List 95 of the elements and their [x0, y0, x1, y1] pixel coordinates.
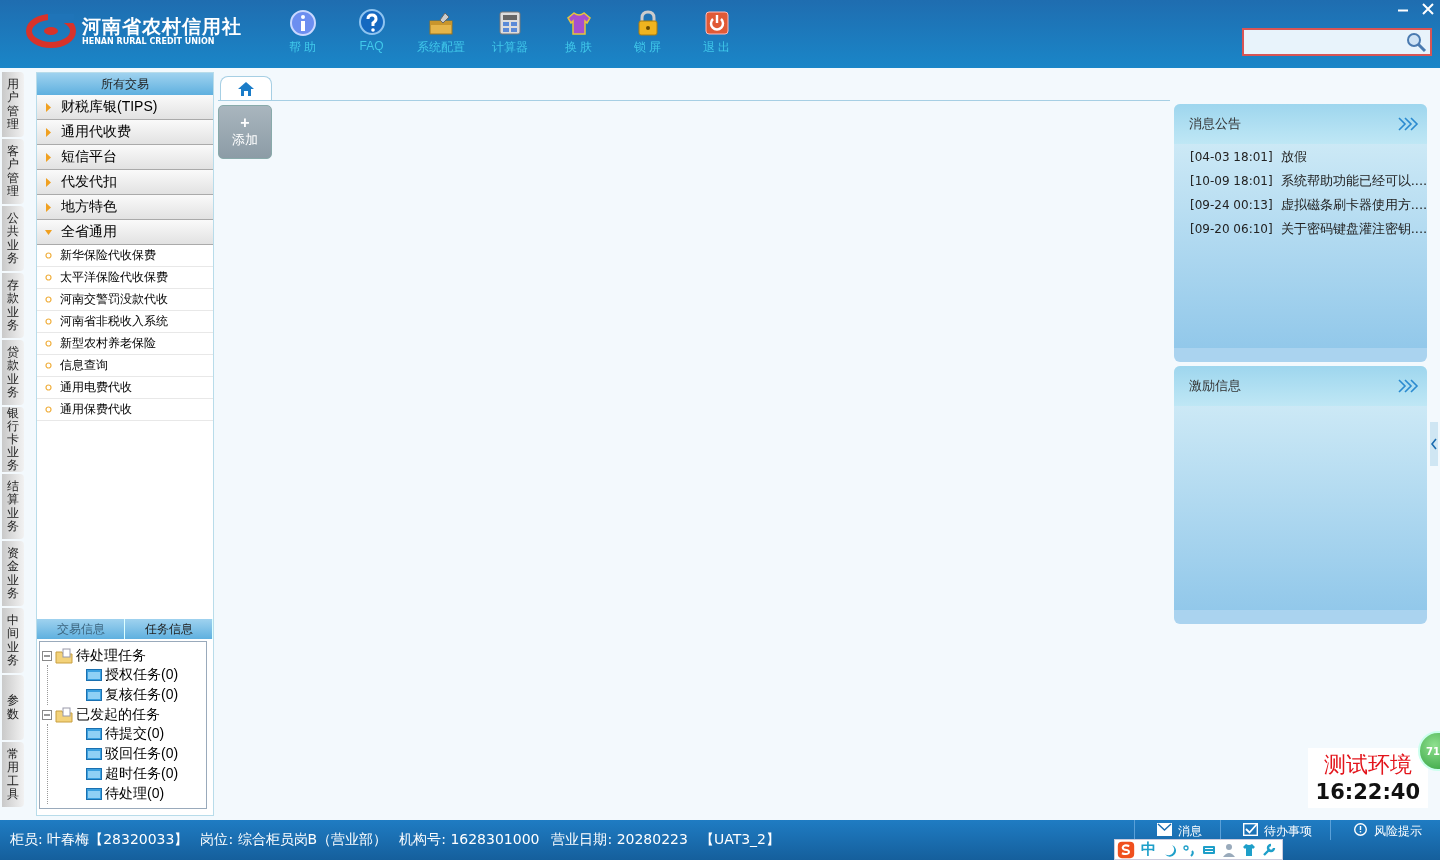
folder-icon — [86, 748, 102, 760]
person-icon — [1222, 842, 1236, 857]
environment-label: 测试环境 — [1323, 751, 1412, 779]
message-time: [09-20 06:10] — [1190, 222, 1273, 236]
status-text: 营业日期: 20280223 — [551, 831, 688, 849]
folder-icon — [86, 788, 102, 800]
search-icon — [1405, 31, 1427, 53]
side-tab[interactable]: 客户管理 — [2, 139, 24, 204]
status-text: 【UAT3_2】 — [699, 831, 780, 849]
tree-node[interactable]: 已发起的任务 — [42, 705, 204, 724]
collapse-icon — [42, 709, 52, 720]
tree-node[interactable]: 超时任务(0) — [86, 764, 204, 784]
logo-subtitle: HENAN RURAL CREDIT UNION — [82, 37, 216, 47]
menu-item[interactable]: 新华保险代收保费 — [37, 245, 213, 267]
circle-icon — [45, 318, 52, 325]
circle-icon — [45, 384, 52, 391]
question-icon — [357, 9, 386, 37]
logo-icon — [26, 14, 76, 48]
menu-group[interactable]: 代发代扣 — [37, 170, 213, 195]
caret-right-icon — [45, 102, 52, 112]
search-field[interactable] — [1242, 28, 1432, 56]
checkbox-icon — [1243, 823, 1258, 836]
info-icon — [288, 9, 317, 37]
status-text: 岗位: 综合柜员岗B（营业部） — [200, 831, 388, 849]
collapse-icon — [42, 650, 52, 661]
caret-down-icon — [45, 227, 52, 237]
status-text: 机构号: 1628301000 — [399, 831, 540, 849]
home-tab[interactable] — [220, 76, 272, 100]
logo-title: 河南省农村信用社 — [82, 15, 242, 37]
caret-right-icon — [45, 202, 52, 212]
tree-node[interactable]: 待处理任务 — [42, 646, 204, 665]
folder-icon — [86, 768, 102, 780]
shirt-icon — [1242, 842, 1256, 857]
caret-right-icon — [45, 152, 52, 162]
folder-icon — [55, 706, 73, 723]
panel-tab[interactable]: 任务信息 — [125, 619, 213, 639]
mail-icon — [1157, 823, 1172, 836]
status-button[interactable]: 风险提示 — [1330, 820, 1440, 840]
caret-right-icon — [45, 177, 52, 187]
menu-group[interactable]: 通用代收费 — [37, 120, 213, 145]
punctuation-icon — [1182, 842, 1196, 857]
side-tab[interactable]: 银行卡业务 — [2, 407, 24, 472]
folder-icon — [86, 728, 102, 740]
home-icon — [238, 81, 254, 96]
side-tab[interactable]: 资金业务 — [2, 541, 24, 606]
message-link[interactable]: 放假 — [1280, 148, 1307, 166]
circle-icon — [45, 406, 52, 413]
circle-icon — [45, 274, 52, 281]
sidebar-header: 所有交易 — [37, 73, 213, 95]
side-tab[interactable]: 常用工具 — [2, 742, 24, 807]
message-link[interactable]: 系统帮助功能已经可以.... — [1280, 172, 1427, 190]
speech-bubble-icon — [1353, 823, 1368, 836]
caret-right-icon — [45, 127, 52, 137]
message-time: [09-24 00:13] — [1190, 198, 1273, 212]
chevrons-icon — [1397, 116, 1419, 132]
message-link[interactable]: 关于密码键盘灌注密钥.... — [1280, 220, 1427, 238]
side-tab[interactable]: 中间业务 — [2, 608, 24, 673]
caret-left-icon — [1430, 422, 1438, 466]
menu-group[interactable]: 地方特色 — [37, 195, 213, 220]
menu-group[interactable]: 全省通用 — [37, 220, 213, 245]
circle-icon — [45, 296, 52, 303]
close-icon — [1422, 3, 1434, 15]
menu-group[interactable]: 财税库银(TIPS) — [37, 95, 213, 120]
status-text: 柜员: 叶春梅【28320033】 — [10, 831, 189, 849]
message-link[interactable]: 虚拟磁条刷卡器使用方.... — [1280, 196, 1427, 214]
side-tab[interactable]: 公共业务 — [2, 206, 24, 271]
side-tab[interactable]: 存款业务 — [2, 273, 24, 338]
clock-time: 16:22:40 — [1315, 780, 1420, 804]
chevrons-icon — [1397, 378, 1419, 394]
folder-icon — [86, 669, 102, 681]
circle-icon — [45, 362, 52, 369]
side-tab[interactable]: 结算业务 — [2, 474, 24, 539]
menu-group[interactable]: 短信平台 — [37, 145, 213, 170]
side-tab[interactable]: 贷款业务 — [2, 340, 24, 405]
menu-item[interactable]: 新型农村养老保险 — [37, 333, 213, 355]
panel-title: 激励信息 — [1189, 377, 1241, 395]
minimize-icon — [1398, 9, 1408, 12]
circle-icon — [45, 252, 52, 259]
menu-item[interactable]: 河南交警罚没款代收 — [37, 289, 213, 311]
folder-icon — [55, 647, 73, 664]
tree-node[interactable]: 待提交(0) — [86, 724, 204, 744]
message-time: [10-09 18:01] — [1190, 174, 1273, 188]
shirt-icon — [564, 9, 593, 37]
tree-node[interactable]: 待处理(0) — [86, 784, 204, 804]
side-tab[interactable]: 用户管理 — [2, 72, 24, 137]
message-time: [04-03 18:01] — [1190, 150, 1273, 164]
tree-node[interactable]: 驳回任务(0) — [86, 744, 204, 764]
side-tab[interactable]: 参数 — [2, 675, 24, 740]
power-icon — [702, 9, 731, 37]
panel-title: 消息公告 — [1189, 115, 1241, 133]
tree-node[interactable]: 复核任务(0) — [86, 685, 204, 705]
circle-icon — [45, 340, 52, 347]
wrench-icon — [1262, 842, 1276, 857]
tree-node[interactable]: 授权任务(0) — [86, 665, 204, 685]
folder-icon — [86, 689, 102, 701]
